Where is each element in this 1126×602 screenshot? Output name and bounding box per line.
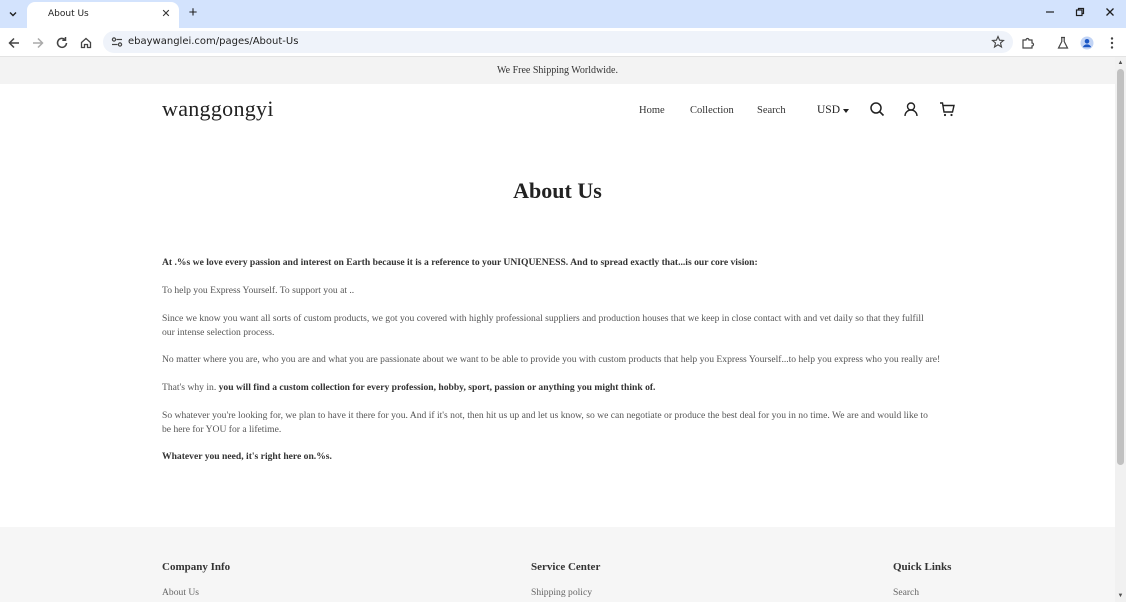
- reload-icon[interactable]: [53, 34, 71, 52]
- currency-caret-icon[interactable]: [843, 109, 849, 113]
- browser-toolbar: ebaywanglei.com/pages/About-Us: [0, 28, 1126, 57]
- profile-avatar-icon[interactable]: [1078, 34, 1096, 52]
- nav-home-link[interactable]: Home: [639, 105, 665, 116]
- footer-quick-links-heading: Quick Links: [893, 561, 952, 573]
- tab-title: About Us: [48, 9, 89, 19]
- address-bar[interactable]: ebaywanglei.com/pages/About-Us: [103, 31, 1013, 53]
- page-scrollbar[interactable]: ▲ ▼: [1115, 57, 1126, 602]
- browser-tab-active[interactable]: About Us ✕: [27, 2, 179, 28]
- paragraph-collection: That's why in. you will find a custom co…: [162, 381, 962, 395]
- paragraph-whatever-line2: be here for YOU for a lifetime.: [162, 424, 282, 435]
- home-icon[interactable]: [77, 34, 95, 52]
- paragraph-help: To help you Express Yourself. To support…: [162, 285, 355, 296]
- paragraph-whatever-line1: So whatever you're looking for, we plan …: [162, 410, 928, 421]
- footer-search-link[interactable]: Search: [893, 587, 919, 598]
- paragraph-suppliers-line2: our intense selection process.: [162, 327, 275, 338]
- collection-plain-text: That's why in.: [162, 382, 219, 393]
- bookmark-star-icon[interactable]: [991, 35, 1005, 49]
- nav-collection-link[interactable]: Collection: [690, 105, 734, 116]
- scroll-up-arrow-icon[interactable]: ▲: [1117, 60, 1124, 66]
- account-user-icon[interactable]: [903, 101, 919, 117]
- labs-flask-icon[interactable]: [1054, 34, 1072, 52]
- browser-tab-bar: About Us ✕ +: [0, 0, 1126, 28]
- forward-arrow-icon[interactable]: [29, 34, 47, 52]
- footer-company-info-heading: Company Info: [162, 561, 231, 573]
- tab-list-chevron-icon[interactable]: [4, 5, 22, 23]
- paragraph-suppliers-line1: Since we know you want all sorts of cust…: [162, 313, 924, 324]
- cart-icon[interactable]: [939, 101, 955, 117]
- scroll-down-arrow-icon[interactable]: ▼: [1117, 593, 1124, 599]
- close-window-icon[interactable]: [1102, 6, 1118, 22]
- tab-close-icon[interactable]: ✕: [159, 7, 173, 21]
- announcement-bar: We Free Shipping Worldwide.: [0, 57, 1115, 84]
- url-text[interactable]: ebaywanglei.com/pages/About-Us: [128, 36, 298, 47]
- site-settings-icon[interactable]: [110, 35, 124, 49]
- web-page: We Free Shipping Worldwide. wanggongyi H…: [0, 57, 1115, 602]
- collection-bold-text: you will find a custom collection for ev…: [218, 382, 656, 393]
- page-title: About Us: [513, 178, 602, 203]
- scrollbar-thumb[interactable]: [1117, 69, 1124, 465]
- restore-icon[interactable]: [1072, 6, 1088, 22]
- currency-selector[interactable]: USD: [817, 104, 840, 116]
- site-footer: Company Info About Us Service Center Shi…: [0, 527, 1115, 602]
- nav-search-link[interactable]: Search: [757, 105, 786, 116]
- site-header: wanggongyi Home Collection Search USD: [0, 84, 1115, 144]
- store-logo[interactable]: wanggongyi: [162, 96, 274, 122]
- minimize-icon[interactable]: [1042, 6, 1058, 22]
- back-arrow-icon[interactable]: [5, 34, 23, 52]
- search-icon[interactable]: [869, 101, 885, 117]
- footer-about-us-link[interactable]: About Us: [162, 587, 199, 598]
- paragraph-vision: At .%s we love every passion and interes…: [162, 257, 758, 268]
- paragraph-closing: Whatever you need, it's right here on.%s…: [162, 451, 332, 462]
- footer-shipping-policy-link[interactable]: Shipping policy: [531, 587, 592, 598]
- paragraph-passion: No matter where you are, who you are and…: [162, 354, 941, 365]
- extensions-puzzle-icon[interactable]: [1019, 34, 1037, 52]
- footer-service-center-heading: Service Center: [531, 561, 601, 573]
- browser-menu-kebab-icon[interactable]: [1103, 34, 1121, 52]
- new-tab-plus-icon[interactable]: +: [185, 5, 201, 21]
